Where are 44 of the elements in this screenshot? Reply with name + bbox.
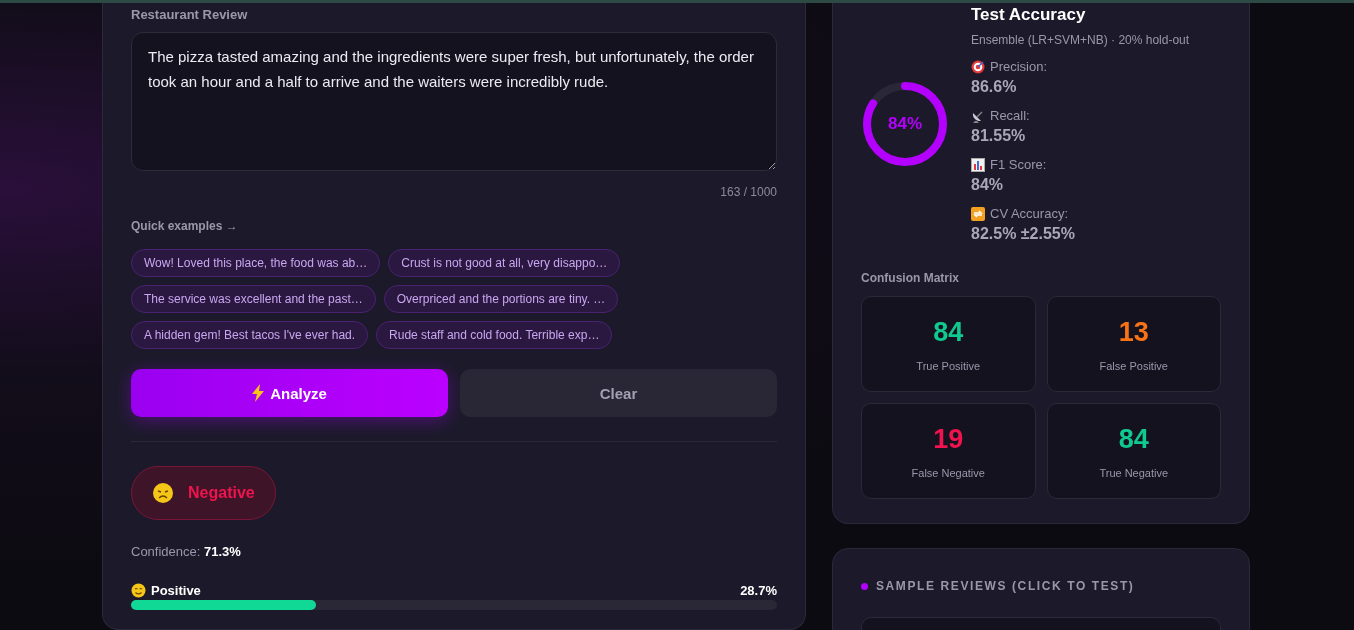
metric-value: 84%: [971, 176, 1004, 194]
repeat-icon: [971, 206, 985, 221]
matrix-label: True Negative: [1099, 466, 1169, 479]
clear-button[interactable]: Clear: [460, 369, 777, 417]
bar-chart-icon: [971, 157, 985, 172]
lightning-icon: [252, 384, 265, 402]
bullet-dot: [861, 582, 868, 590]
matrix-label: False Positive: [1099, 359, 1168, 372]
example-chip[interactable]: The service was excellent and the past…: [131, 285, 376, 313]
target-icon: [971, 59, 985, 74]
sentiment-badge: Negative: [131, 466, 276, 520]
matrix-count: 84: [1118, 423, 1149, 455]
metric-value: 82.5% ±2.55%: [971, 225, 1075, 243]
matrix-label: False Negative: [911, 466, 985, 479]
section-title: SAMPLE REVIEWS (CLICK TO TEST): [876, 579, 1135, 593]
sad-face-icon: [152, 482, 174, 504]
section-label: Confusion Matrix: [861, 271, 959, 285]
example-chip[interactable]: Crust is not good at all, very disappo…: [388, 249, 621, 277]
example-chip[interactable]: Wow! Loved this place, the food was ab…: [131, 249, 381, 277]
metric-label: Recall:: [990, 108, 1030, 123]
review-input[interactable]: The pizza tasted amazing and the ingredients were super fresh, but unfortunately, the order took an hour and a half to arrive and the waiters were incredibly rude.: [131, 32, 777, 171]
matrix-count: 84: [933, 316, 964, 348]
accuracy-reading: 84%: [887, 113, 923, 135]
example-chip[interactable]: A hidden gem! Best tacos I've ever had.: [131, 321, 369, 349]
metric-label: CV Accuracy:: [990, 206, 1069, 221]
metric-label: F1 Score:: [990, 157, 1047, 172]
panel-title: Test Accuracy: [971, 5, 1086, 25]
analyze-button[interactable]: Analyze: [131, 369, 448, 417]
bar-reading: 28.7%: [740, 583, 777, 598]
confidence-text: Confidence: 71.3%: [131, 544, 241, 559]
metric-value: 86.6%: [971, 78, 1017, 96]
smiling-face-icon: [131, 583, 146, 598]
matrix-label: True Positive: [916, 359, 981, 372]
metric-label: Precision:: [990, 59, 1048, 74]
field-label: Restaurant Review: [131, 7, 248, 24]
matrix-count: 19: [933, 423, 964, 455]
matrix-count: 13: [1118, 316, 1149, 348]
example-chip[interactable]: Overpriced and the portions are tiny. …: [383, 285, 619, 313]
section-label: Quick examples →: [131, 219, 238, 233]
character-counter: 163 / 1000: [720, 185, 777, 199]
example-chip[interactable]: Rude staff and cold food. Terrible exp…: [376, 321, 613, 349]
bar-label: Positive: [151, 583, 201, 598]
model-description: Ensemble (LR+SVM+NB) · 20% hold-out: [971, 33, 1190, 47]
metric-value: 81.55%: [971, 127, 1026, 145]
